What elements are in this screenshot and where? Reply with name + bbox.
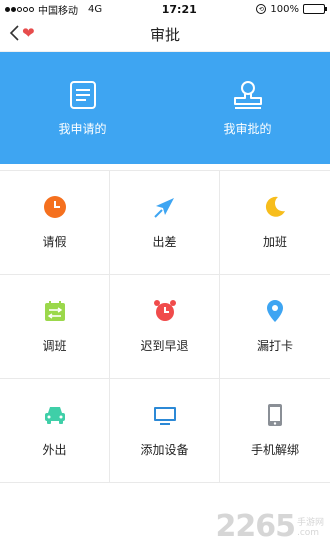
grid-item-label: 调班 [42, 339, 67, 353]
phone-icon [263, 403, 287, 427]
my-approvals-button[interactable]: 我审批的 [165, 52, 330, 164]
my-approvals-label: 我审批的 [223, 121, 272, 136]
grid-item-label: 加班 [262, 235, 287, 249]
my-applications-label: 我申请的 [58, 121, 107, 136]
grid-item-label: 漏打卡 [256, 339, 293, 353]
car-icon [43, 403, 67, 427]
my-applications-button[interactable]: 我申请的 [0, 52, 165, 164]
monitor-icon [153, 403, 177, 427]
alarm-clock-icon [153, 299, 177, 323]
heart-icon: ❤ [22, 23, 35, 42]
nav-bar: ❤ 审批 [0, 18, 330, 52]
grid-item-overtime[interactable]: 加班 [220, 171, 330, 275]
status-bar: 中国移动 4G 17:21 ⟲ 100% [0, 0, 330, 18]
grid-item-leave[interactable]: 请假 [0, 171, 110, 275]
page-title: 审批 [149, 26, 180, 44]
chevron-left-icon [9, 25, 19, 41]
grid-item-missed-punch[interactable]: 漏打卡 [220, 275, 330, 379]
calendar-swap-icon [43, 299, 67, 323]
grid-item-unbind-phone[interactable]: 手机解绑 [220, 379, 330, 483]
clock-icon [43, 195, 67, 219]
grid-item-label: 迟到早退 [140, 339, 189, 353]
function-grid: 请假 出差 加班 调班 迟到早退 漏打卡 外出 添加设备 手机解绑 [0, 170, 330, 483]
watermark-number: 2265 [215, 509, 295, 544]
grid-item-label: 请假 [42, 235, 67, 249]
signal-strength-icon [5, 6, 34, 12]
battery-icon [302, 4, 327, 14]
moon-icon [263, 195, 287, 219]
document-list-icon [69, 80, 96, 109]
approval-banner: 我申请的 我审批的 [0, 52, 330, 164]
network-label: 4G [88, 3, 103, 15]
battery-percent: 100% [270, 3, 299, 15]
status-right: ⟲ 100% [256, 3, 327, 15]
grid-item-shift-change[interactable]: 调班 [0, 275, 110, 379]
grid-item-late-early[interactable]: 迟到早退 [110, 275, 220, 379]
grid-item-go-out[interactable]: 外出 [0, 379, 110, 483]
grid-item-label: 外出 [42, 443, 67, 457]
location-pin-icon [263, 299, 287, 323]
grid-item-business-trip[interactable]: 出差 [110, 171, 220, 275]
grid-item-label: 出差 [152, 235, 177, 249]
rotation-lock-icon: ⟲ [256, 4, 267, 14]
grid-item-label: 手机解绑 [250, 443, 299, 457]
grid-item-add-device[interactable]: 添加设备 [110, 379, 220, 483]
airplane-icon [153, 195, 177, 219]
grid-item-label: 添加设备 [140, 443, 189, 457]
watermark-domain: .com [296, 528, 320, 539]
stamp-icon [233, 80, 262, 109]
status-time: 17:21 [161, 2, 197, 16]
watermark-suffix: 手游网 .com [296, 518, 324, 542]
carrier-label: 中国移动 [38, 5, 78, 17]
site-watermark: 2265 手游网 .com [215, 512, 324, 542]
back-button[interactable]: ❤ [8, 24, 35, 42]
status-left: 中国移动 4G [5, 2, 102, 17]
